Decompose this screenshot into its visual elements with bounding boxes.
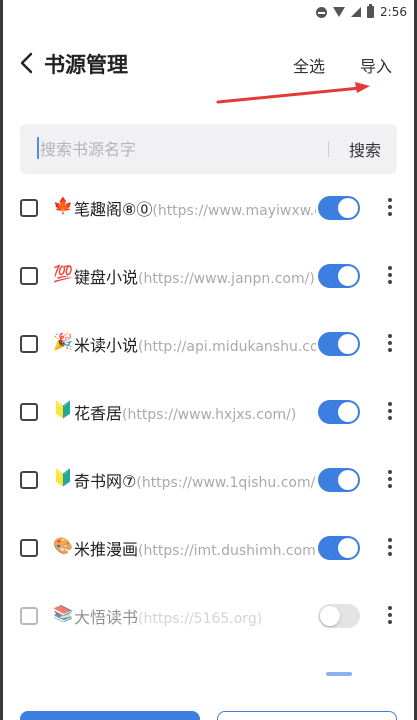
enable-toggle[interactable] — [326, 672, 352, 676]
wifi-icon — [333, 7, 346, 17]
list-item[interactable]: 📚 大悟读书(https://5165.org) — [0, 582, 417, 650]
battery-icon — [367, 4, 375, 18]
source-name: 花香居 — [74, 404, 123, 422]
list-item[interactable]: 💯 键盘小说(https://www.janpn.com/) — [0, 242, 417, 310]
toggle-knob — [338, 538, 358, 558]
artist-palette-icon: 🎨 — [53, 536, 73, 555]
source-text: 奇书网⑦(https://www.1qishu.com/) — [74, 468, 316, 490]
source-list: 🍁 笔趣阁⑧⓪(https://www.mayiwxw.c... 💯 键盘小说(… — [0, 174, 417, 650]
more-options-icon[interactable] — [384, 604, 396, 628]
toggle-knob — [320, 606, 340, 626]
toggle-knob — [338, 198, 358, 218]
bottom-primary-button[interactable] — [20, 711, 200, 720]
select-checkbox[interactable] — [20, 607, 38, 625]
status-bar: 2:56 — [0, 0, 417, 24]
annotation-arrow-icon — [216, 82, 370, 104]
more-options-icon[interactable] — [384, 536, 396, 560]
toggle-knob — [338, 470, 358, 490]
source-text: 键盘小说(https://www.janpn.com/) — [74, 264, 316, 286]
source-text: 米推漫画(https://imt.dushimh.com) — [74, 536, 316, 558]
party-popper-icon: 🎉 — [53, 332, 73, 351]
source-url: (https://imt.dushimh.com) — [138, 543, 316, 558]
enable-toggle[interactable] — [318, 264, 360, 288]
source-text: 大悟读书(https://5165.org) — [74, 604, 316, 626]
more-options-icon[interactable] — [384, 468, 396, 492]
list-item[interactable]: 🎉 米读小说(http://api.midukanshu.co... — [0, 310, 417, 378]
signal-icon — [351, 7, 362, 17]
status-time: 2:56 — [380, 5, 407, 19]
source-name: 笔趣阁⑧⓪ — [74, 200, 153, 218]
enable-toggle[interactable] — [318, 332, 360, 356]
enable-toggle[interactable] — [318, 196, 360, 220]
select-all-button[interactable]: 全选 — [293, 53, 325, 77]
page-title: 书源管理 — [44, 53, 128, 77]
source-text: 笔趣阁⑧⓪(https://www.mayiwxw.c... — [74, 196, 316, 218]
toggle-knob — [338, 402, 358, 422]
list-item[interactable]: 🔰 奇书网⑦(https://www.1qishu.com/) — [0, 446, 417, 514]
enable-toggle[interactable] — [318, 536, 360, 560]
source-text: 米读小说(http://api.midukanshu.co... — [74, 332, 316, 354]
select-checkbox[interactable] — [20, 471, 38, 489]
more-options-icon[interactable] — [384, 264, 396, 288]
source-name: 米读小说 — [74, 336, 139, 354]
select-checkbox[interactable] — [20, 199, 38, 217]
source-url: (https://www.mayiwxw.c... — [152, 203, 316, 218]
source-name: 奇书网⑦ — [74, 472, 137, 490]
enable-toggle[interactable] — [318, 468, 360, 492]
select-checkbox[interactable] — [20, 267, 38, 285]
select-checkbox[interactable] — [20, 335, 38, 353]
toggle-knob — [338, 266, 358, 286]
source-url: (https://www.hxjxs.com/) — [122, 407, 297, 422]
source-url: (http://api.midukanshu.co... — [138, 339, 316, 354]
search-divider — [328, 141, 329, 157]
source-name: 键盘小说 — [74, 268, 139, 286]
toggle-knob — [338, 334, 358, 354]
source-name: 大悟读书 — [74, 608, 139, 626]
enable-toggle[interactable] — [318, 604, 360, 628]
list-item[interactable]: 🎨 米推漫画(https://imt.dushimh.com) — [0, 514, 417, 582]
enable-toggle[interactable] — [318, 400, 360, 424]
hundred-points-icon: 💯 — [53, 264, 73, 283]
maple-leaf-icon: 🍁 — [53, 196, 73, 215]
source-name: 米推漫画 — [74, 540, 139, 558]
more-options-icon[interactable] — [384, 400, 396, 424]
back-arrow-icon[interactable] — [16, 51, 40, 75]
more-options-icon[interactable] — [384, 196, 396, 220]
source-url: (https://www.1qishu.com/) — [136, 475, 316, 490]
beginner-badge-icon: 🔰 — [53, 400, 73, 419]
list-item[interactable]: 🔰 花香居(https://www.hxjxs.com/) — [0, 378, 417, 446]
source-url: (https://www.janpn.com/) — [138, 271, 315, 286]
import-button[interactable]: 导入 — [360, 53, 392, 77]
search-button[interactable]: 搜索 — [349, 137, 381, 161]
books-icon: 📚 — [53, 604, 73, 623]
select-checkbox[interactable] — [20, 539, 38, 557]
beginner-badge-icon: 🔰 — [53, 468, 73, 487]
source-text: 花香居(https://www.hxjxs.com/) — [74, 400, 316, 422]
select-checkbox[interactable] — [20, 403, 38, 421]
more-options-icon[interactable] — [384, 332, 396, 356]
search-input[interactable] — [40, 124, 320, 174]
bottom-secondary-button[interactable] — [217, 711, 397, 720]
source-url: (https://5165.org) — [138, 611, 263, 626]
search-box: 搜索 — [20, 124, 397, 174]
text-cursor — [37, 137, 39, 159]
do-not-disturb-icon — [316, 6, 328, 18]
list-item[interactable]: 🍁 笔趣阁⑧⓪(https://www.mayiwxw.c... — [0, 174, 417, 242]
